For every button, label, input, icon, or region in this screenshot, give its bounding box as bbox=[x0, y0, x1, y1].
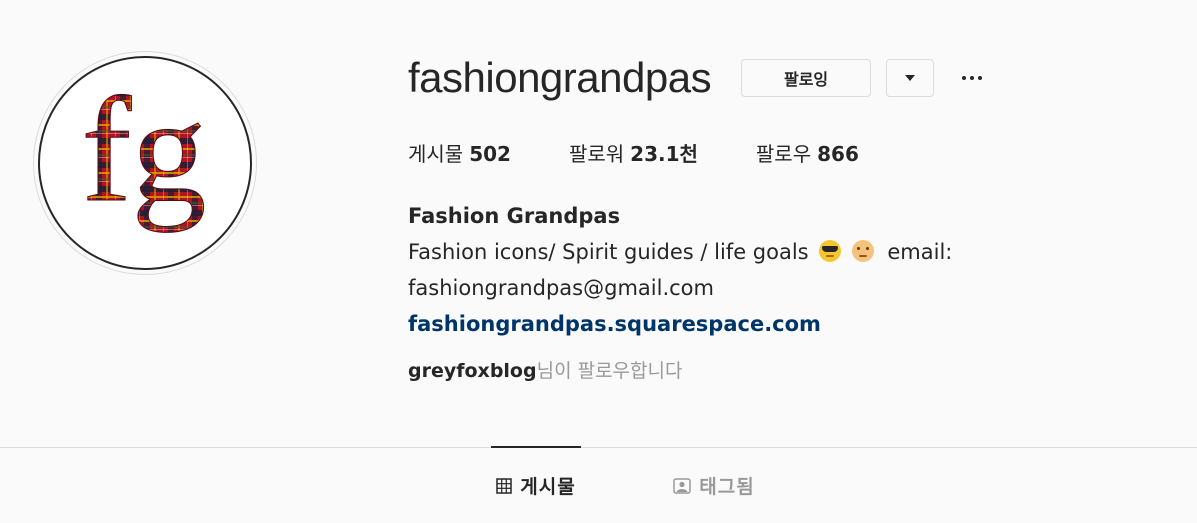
profile-full-name: Fashion Grandpas bbox=[408, 204, 621, 228]
following-button[interactable]: 팔로잉 bbox=[741, 59, 872, 97]
mutual-follower-name[interactable]: greyfoxblog bbox=[408, 360, 537, 382]
more-options-button[interactable] bbox=[958, 59, 986, 97]
tab-tagged-label: 태그됨 bbox=[699, 476, 755, 498]
profile-avatar[interactable]: fg bbox=[33, 51, 257, 275]
profile-tabs: 게시물 태그됨 bbox=[0, 446, 1197, 523]
following-link[interactable]: 팔로우 866 bbox=[756, 140, 859, 168]
smiling-face-with-sunglasses-icon bbox=[819, 240, 842, 262]
older-man-icon bbox=[852, 240, 874, 262]
bio-line-1: Fashion icons/ Spirit guides / life goal… bbox=[408, 240, 953, 264]
mutual-followers: greyfoxblog님이 팔로우합니다 bbox=[408, 360, 683, 382]
tab-tagged[interactable]: 태그됨 bbox=[668, 446, 760, 523]
fg-monogram-logo: fg bbox=[81, 67, 207, 234]
profile-username: fashiongrandpas bbox=[408, 54, 712, 101]
profile-stats: 게시물 502 팔로워 23.1천 팔로우 866 bbox=[408, 140, 917, 168]
ellipsis-icon bbox=[960, 76, 984, 80]
caret-down-icon bbox=[905, 75, 916, 81]
svg-text:fg: fg bbox=[82, 67, 207, 233]
profile-header: fashiongrandpas 팔로잉 bbox=[408, 56, 986, 100]
avatar-image: fg bbox=[38, 56, 252, 270]
suggestions-dropdown-button[interactable] bbox=[886, 59, 935, 97]
profile-bio: Fashion Grandpas Fashion icons/ Spirit g… bbox=[408, 198, 1028, 342]
tab-posts[interactable]: 게시물 bbox=[491, 446, 581, 523]
tab-posts-label: 게시물 bbox=[520, 476, 576, 498]
grid-icon bbox=[496, 477, 513, 494]
website-link[interactable]: fashiongrandpas.squarespace.com bbox=[408, 312, 821, 336]
followers-link[interactable]: 팔로워 23.1천 bbox=[569, 140, 698, 168]
posts-count: 게시물 502 bbox=[408, 142, 511, 166]
bio-email: fashiongrandpas@gmail.com bbox=[408, 276, 714, 300]
tagged-user-icon bbox=[673, 477, 692, 494]
